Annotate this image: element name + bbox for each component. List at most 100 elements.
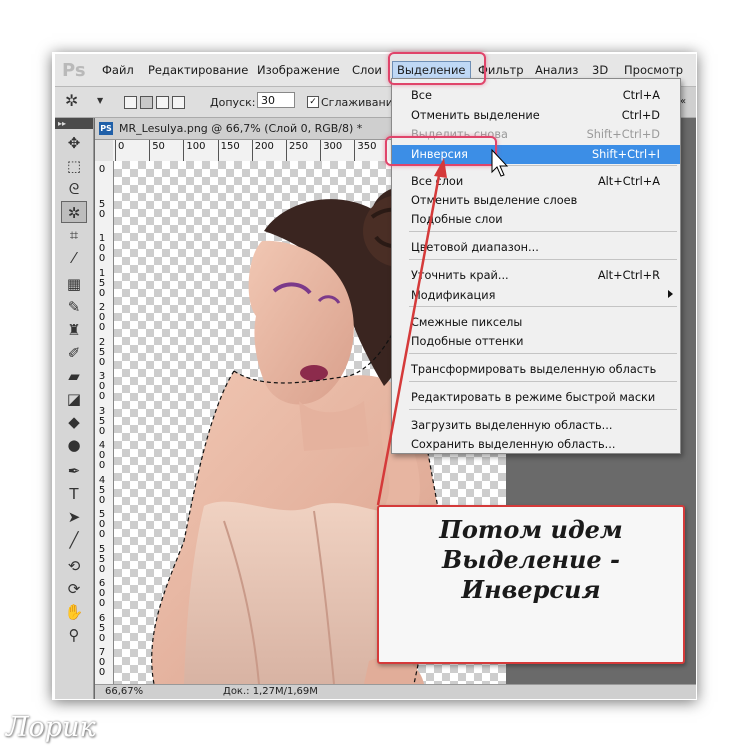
new-selection-button[interactable] bbox=[124, 96, 137, 109]
ruler-corner bbox=[95, 140, 114, 162]
annotation-line-2: Выделение - bbox=[441, 545, 621, 574]
menu-view[interactable]: Просмотр bbox=[624, 63, 683, 77]
ruler-label: 100 bbox=[186, 141, 206, 152]
add-selection-button[interactable] bbox=[140, 96, 153, 109]
move-icon[interactable]: ✥ bbox=[61, 132, 87, 154]
item-highlight-outline bbox=[385, 136, 497, 166]
brush-icon[interactable]: ✎ bbox=[61, 296, 87, 318]
ruler-tick bbox=[183, 140, 185, 161]
healing-brush-icon[interactable]: ▦ bbox=[61, 273, 87, 295]
subtract-selection-button[interactable] bbox=[156, 96, 169, 109]
menu-image[interactable]: Изображение bbox=[257, 63, 340, 77]
menu-item-label: Все слои bbox=[411, 175, 464, 188]
ruler-tick bbox=[217, 140, 219, 161]
menu-separator bbox=[409, 259, 677, 260]
clone-stamp-icon[interactable]: ♜ bbox=[61, 319, 87, 341]
ruler-label: 2 5 0 bbox=[98, 336, 106, 368]
tolerance-input[interactable]: 30 bbox=[257, 92, 295, 108]
menu-layers[interactable]: Слои bbox=[352, 63, 382, 77]
chevron-down-icon[interactable]: ▼ bbox=[97, 96, 103, 105]
refine-edge-fragment[interactable]: « кр bbox=[680, 87, 696, 117]
menu-file[interactable]: Файл bbox=[102, 63, 134, 77]
ruler-label: 150 bbox=[220, 141, 240, 152]
history-brush-icon[interactable]: ✐ bbox=[61, 342, 87, 364]
document-title: MR_Lesulya.png @ 66,7% (Слой 0, RGB/8) * bbox=[119, 122, 363, 135]
select-menu-item[interactable]: Смежные пикселы bbox=[392, 313, 680, 332]
ruler-label: 1 0 0 bbox=[98, 233, 106, 264]
select-menu-item[interactable]: Уточнить край... Alt+Ctrl+R bbox=[392, 266, 680, 285]
menu-item-label: Подобные оттенки bbox=[411, 335, 524, 348]
menu-separator bbox=[409, 409, 677, 410]
menu-separator bbox=[409, 353, 677, 354]
antialias-checkbox[interactable]: ✓ bbox=[307, 96, 319, 108]
ruler-label: 4 0 0 bbox=[98, 440, 106, 471]
zoom-readout[interactable]: 66,67% bbox=[105, 686, 143, 697]
doc-size-readout[interactable]: Док.: 1,27M/1,69M bbox=[223, 686, 318, 697]
toolbox-header[interactable]: ▸▸ bbox=[55, 118, 93, 129]
menu-3d[interactable]: 3D bbox=[592, 63, 608, 77]
ruler-label: 3 0 0 bbox=[98, 371, 106, 402]
toolbox: ▸▸ ✥ ⬚ ᘓ ✲ ⌗ ⁄ ▦ ✎ ♜ ✐ ▰ ◪ ◆ ● ✒ T ➤ ╱ ⟲… bbox=[55, 118, 94, 699]
dodge-icon[interactable]: ● bbox=[61, 434, 87, 456]
line-tool-icon[interactable]: ╱ bbox=[61, 529, 87, 551]
menu-analysis[interactable]: Анализ bbox=[535, 63, 578, 77]
intersect-selection-button[interactable] bbox=[172, 96, 185, 109]
crop-icon[interactable]: ⌗ bbox=[61, 224, 87, 246]
menu-highlight-outline bbox=[388, 52, 486, 85]
select-menu-item[interactable]: Редактировать в режиме быстрой маски bbox=[392, 388, 680, 407]
select-menu-item[interactable]: Отменить выделение Ctrl+D bbox=[392, 106, 680, 125]
ruler-label: 300 bbox=[323, 141, 343, 152]
eraser-icon[interactable]: ▰ bbox=[61, 365, 87, 387]
tolerance-label: Допуск: bbox=[210, 96, 256, 109]
menu-edit[interactable]: Редактирование bbox=[148, 63, 248, 77]
ruler-tick bbox=[115, 140, 116, 161]
antialias-label: Сглаживание bbox=[321, 96, 400, 109]
ruler-tick bbox=[149, 140, 151, 161]
select-menu-item[interactable]: Трансформировать выделенную область bbox=[392, 360, 680, 379]
ruler-tick bbox=[354, 140, 356, 161]
lasso-icon[interactable]: ᘓ bbox=[61, 178, 87, 200]
path-select-icon[interactable]: ➤ bbox=[61, 506, 87, 528]
ruler-label: 50 bbox=[152, 141, 165, 152]
ruler-label: 250 bbox=[289, 141, 309, 152]
ruler-label: 2 0 0 bbox=[98, 302, 106, 333]
menu-item-label: Редактировать в режиме быстрой маски bbox=[411, 391, 656, 404]
menu-item-label: Цветовой диапазон... bbox=[411, 241, 539, 254]
menu-separator bbox=[409, 306, 677, 307]
3d-rotate-icon[interactable]: ⟲ bbox=[61, 555, 87, 577]
pen-icon[interactable]: ✒ bbox=[61, 460, 87, 482]
select-menu-item[interactable]: Модификация bbox=[392, 286, 680, 305]
ruler-label: 6 0 0 bbox=[98, 578, 106, 609]
select-menu-item[interactable]: Все Ctrl+A bbox=[392, 86, 680, 105]
select-menu-item[interactable]: Цветовой диапазон... bbox=[392, 238, 680, 257]
menu-item-label: Подобные слои bbox=[411, 213, 503, 226]
status-bar: 66,67% Док.: 1,27M/1,69M bbox=[95, 684, 696, 699]
ruler-label: 7 0 0 bbox=[98, 647, 106, 678]
menu-item-shortcut: Alt+Ctrl+R bbox=[597, 269, 660, 282]
blur-icon[interactable]: ◆ bbox=[61, 411, 87, 433]
hand-icon[interactable]: ✋ bbox=[61, 601, 87, 623]
ruler-label: 0 bbox=[118, 141, 125, 152]
menu-item-label: Отменить выделение bbox=[411, 109, 540, 122]
gradient-icon[interactable]: ◪ bbox=[61, 388, 87, 410]
zoom-icon[interactable]: ⚲ bbox=[61, 624, 87, 646]
select-menu-item[interactable]: Загрузить выделенную область... bbox=[392, 416, 680, 435]
type-icon[interactable]: T bbox=[61, 483, 87, 505]
magic-wand-icon[interactable]: ✲ bbox=[61, 201, 87, 223]
ruler-label: 5 5 0 bbox=[98, 543, 106, 575]
collapse-icon[interactable]: ▸▸ bbox=[58, 118, 66, 129]
select-menu-item[interactable]: Подобные оттенки bbox=[392, 332, 680, 351]
menu-separator bbox=[409, 381, 677, 382]
select-menu-item[interactable]: Отменить выделение слоев bbox=[392, 191, 680, 210]
select-menu-item[interactable]: Сохранить выделенную область... bbox=[392, 435, 680, 453]
marquee-icon[interactable]: ⬚ bbox=[61, 155, 87, 177]
menu-item-shortcut: Ctrl+A bbox=[622, 89, 660, 102]
ruler-label: 1 5 0 bbox=[98, 267, 106, 299]
eyedropper-icon[interactable]: ⁄ bbox=[61, 247, 87, 269]
ruler-tick bbox=[286, 140, 287, 161]
select-menu-item[interactable]: Все слои Alt+Ctrl+A bbox=[392, 172, 680, 191]
3d-orbit-icon[interactable]: ⟳ bbox=[61, 578, 87, 600]
select-menu-item[interactable]: Подобные слои bbox=[392, 210, 680, 229]
magic-wand-preset-icon[interactable]: ✲ bbox=[65, 91, 78, 110]
vertical-ruler: 0 5 0 1 0 0 1 5 0 2 0 0 2 5 0 3 0 0 3 5 0 4 0 0 4… bbox=[95, 161, 114, 684]
